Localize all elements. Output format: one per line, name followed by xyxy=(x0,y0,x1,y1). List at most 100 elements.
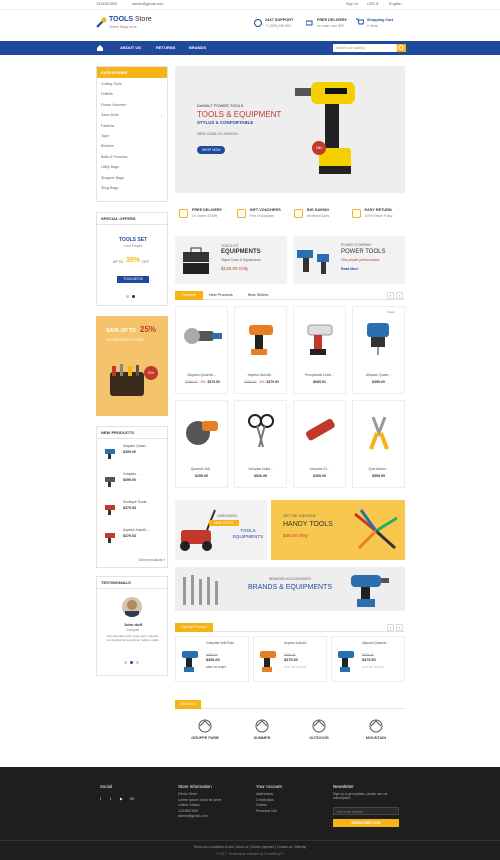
cart-icon[interactable] xyxy=(356,18,365,26)
product-name[interactable]: Perspiciatis Unde... xyxy=(294,373,345,377)
brand-logo-icon[interactable] xyxy=(368,718,384,734)
slider-dot[interactable] xyxy=(124,661,127,664)
product-image[interactable] xyxy=(182,411,224,453)
product-name[interactable]: Voluptas Nulla... xyxy=(235,467,286,471)
new-product-name[interactable]: Aliquam Quaer... xyxy=(123,444,148,448)
product-image[interactable] xyxy=(241,411,283,453)
footer-links[interactable]: Terms and conditions of use | About us |… xyxy=(0,845,500,849)
subscribe-button[interactable]: SUBSCRIBE NOW xyxy=(333,819,399,827)
brand-logo-icon[interactable] xyxy=(311,718,327,734)
product-name[interactable]: Aliquam Quaer... xyxy=(353,373,404,377)
banner-gardening[interactable]: GARDENING NEW STOCK TOOLS EQUIPMENTS xyxy=(175,500,267,560)
brand-logo-name[interactable]: MOUNTAIN xyxy=(356,736,396,740)
product-image[interactable] xyxy=(300,317,342,359)
slider-dot-active[interactable] xyxy=(132,295,135,298)
promo-tools-kit[interactable]: TOOLS KIT EQUIPMENTS 28pcs Tools & Equip… xyxy=(175,236,287,284)
promo2-link[interactable]: Read More xyxy=(341,267,358,271)
brand-logo-name[interactable]: SUMMER xyxy=(242,736,282,740)
tab-best[interactable]: Best Sellers xyxy=(248,293,268,297)
brand-logo-icon[interactable] xyxy=(254,718,270,734)
promo-power-tools[interactable]: POWER COMPANY POWER TOOLS 20w power perf… xyxy=(293,236,405,284)
chevron-right-icon[interactable]: › xyxy=(161,113,162,118)
product-card[interactable]: Quaerat Voll... $255.99 xyxy=(175,400,228,488)
banner-brands[interactable]: BRANDED ACCESSORIES BRANDS & EQUIPMENTS xyxy=(175,567,405,611)
category-item[interactable]: Power Hammer xyxy=(101,103,126,107)
new-product-name[interactable]: Voluptas ... xyxy=(123,472,140,476)
special-product-name[interactable]: Voluptate Velit Esse xyxy=(206,641,246,645)
slider-dot[interactable] xyxy=(126,295,129,298)
special-product-card[interactable]: Aspetur Autodit... $399.00 $379.53 OUT OF S… xyxy=(253,636,327,682)
product-card[interactable]: Aliquam Quaerat... $399.00 -5% $379.53 xyxy=(175,306,228,394)
slider-dot[interactable] xyxy=(136,661,139,664)
product-card[interactable]: Fresh Aliquam Quaer... $399.00 xyxy=(352,306,405,394)
category-item[interactable]: Sling Bags xyxy=(101,186,118,190)
product-name[interactable]: Voluptas Et... xyxy=(294,467,345,471)
add-to-cart-button[interactable]: ADD TO CART xyxy=(206,665,226,669)
next-arrow-icon[interactable]: › xyxy=(396,624,403,631)
special-product-image[interactable] xyxy=(180,647,204,673)
new-product-name[interactable]: Similique Sunte... xyxy=(123,500,149,504)
account-link[interactable]: Addresses xyxy=(256,792,273,796)
category-item[interactable]: Saws Drills xyxy=(101,113,119,117)
brand-logo-name[interactable]: GRUPPE FARB xyxy=(185,736,225,740)
home-icon[interactable] xyxy=(96,44,104,52)
product-thumb[interactable] xyxy=(103,474,117,488)
category-item[interactable]: Blinders xyxy=(101,144,114,148)
category-item[interactable]: Cutting Tools xyxy=(101,82,122,86)
product-image[interactable] xyxy=(359,411,401,453)
product-image[interactable] xyxy=(241,317,283,359)
product-name[interactable]: Quis Autem... xyxy=(353,467,404,471)
special-product-card[interactable]: Aliquam Quaerat... $399.00 $379.53 OUT OF S… xyxy=(331,636,405,682)
special-product-name[interactable]: Aliquam Quaerat... xyxy=(362,641,402,645)
brand-logo-name[interactable]: OUTDOOR xyxy=(299,736,339,740)
category-item[interactable]: Utility Bags xyxy=(101,165,119,169)
nav-returns[interactable]: RETURNS xyxy=(156,45,175,50)
brand-logo-icon[interactable] xyxy=(197,718,213,734)
product-card[interactable]: Voluptas Nulla... $526.99 xyxy=(234,400,287,488)
product-image[interactable] xyxy=(359,317,401,359)
special-product-card[interactable]: Voluptate Velit Esse $399.00 $396.00 ADD TO… xyxy=(175,636,249,682)
facebook-icon[interactable]: f xyxy=(100,797,101,801)
product-thumb[interactable] xyxy=(103,446,117,460)
nav-brands[interactable]: BRANDS xyxy=(189,45,206,50)
twitter-icon[interactable]: t xyxy=(110,797,111,801)
offer-code-button[interactable]: TOOLSET20 xyxy=(117,276,149,283)
account-link[interactable]: Personal info xyxy=(256,809,277,813)
slider-dot-active[interactable] xyxy=(130,661,133,664)
product-card[interactable]: Voluptas Et... $399.00 xyxy=(293,400,346,488)
category-item[interactable]: Tape xyxy=(101,134,109,138)
currency-select[interactable]: USD $ xyxy=(367,2,378,6)
product-thumb[interactable] xyxy=(103,530,117,544)
product-card[interactable]: Perspiciatis Unde... $689.51 xyxy=(293,306,346,394)
chevron-right-icon[interactable]: › xyxy=(161,82,162,87)
tab-featured[interactable]: Featured xyxy=(175,291,203,300)
save-banner[interactable]: SAVE UP TO 25% ON SELECTED ITEMS 5% xyxy=(96,316,168,416)
special-product-name[interactable]: Aspetur Autodit... xyxy=(284,641,324,645)
special-product-image[interactable] xyxy=(336,647,360,673)
googleplus-icon[interactable]: G+ xyxy=(130,797,135,801)
special-product-image[interactable] xyxy=(258,647,282,673)
newsletter-email-input[interactable]: Your email address xyxy=(333,807,399,815)
account-link[interactable]: Credit slips xyxy=(256,798,274,802)
product-card[interactable]: Aspetur Autodit... $399.00 -5% $379.53 xyxy=(234,306,287,394)
product-name[interactable]: Aliquam Quaerat... xyxy=(176,373,227,377)
product-image[interactable] xyxy=(300,411,342,453)
product-thumb[interactable] xyxy=(103,502,117,516)
all-new-products-link[interactable]: All new products » xyxy=(139,558,165,562)
nav-about[interactable]: ABOUT US xyxy=(120,45,141,50)
tab-new[interactable]: New Products xyxy=(209,293,233,297)
search-button[interactable] xyxy=(397,44,406,52)
hero-banner[interactable]: DeWALT POWER TOOLS TOOLS & EQUIPMENT STY… xyxy=(175,66,405,193)
product-name[interactable]: Aspetur Autodit... xyxy=(235,373,286,377)
cart-title[interactable]: Shopping Cart xyxy=(367,18,393,22)
category-item[interactable]: Drillbits xyxy=(101,92,113,96)
new-product-name[interactable]: Aspetur Autodit... xyxy=(123,528,149,532)
product-image[interactable] xyxy=(182,317,224,359)
category-item[interactable]: Fasteria xyxy=(101,124,114,128)
shop-now-button[interactable]: SHOP NOW xyxy=(197,146,225,154)
language-select[interactable]: English xyxy=(389,2,401,6)
signin-link[interactable]: Sign In xyxy=(346,2,358,6)
account-link[interactable]: Orders xyxy=(256,803,267,807)
prev-arrow-icon[interactable]: ‹ xyxy=(387,624,394,631)
product-card[interactable]: Quis Autem... $599.99 xyxy=(352,400,405,488)
